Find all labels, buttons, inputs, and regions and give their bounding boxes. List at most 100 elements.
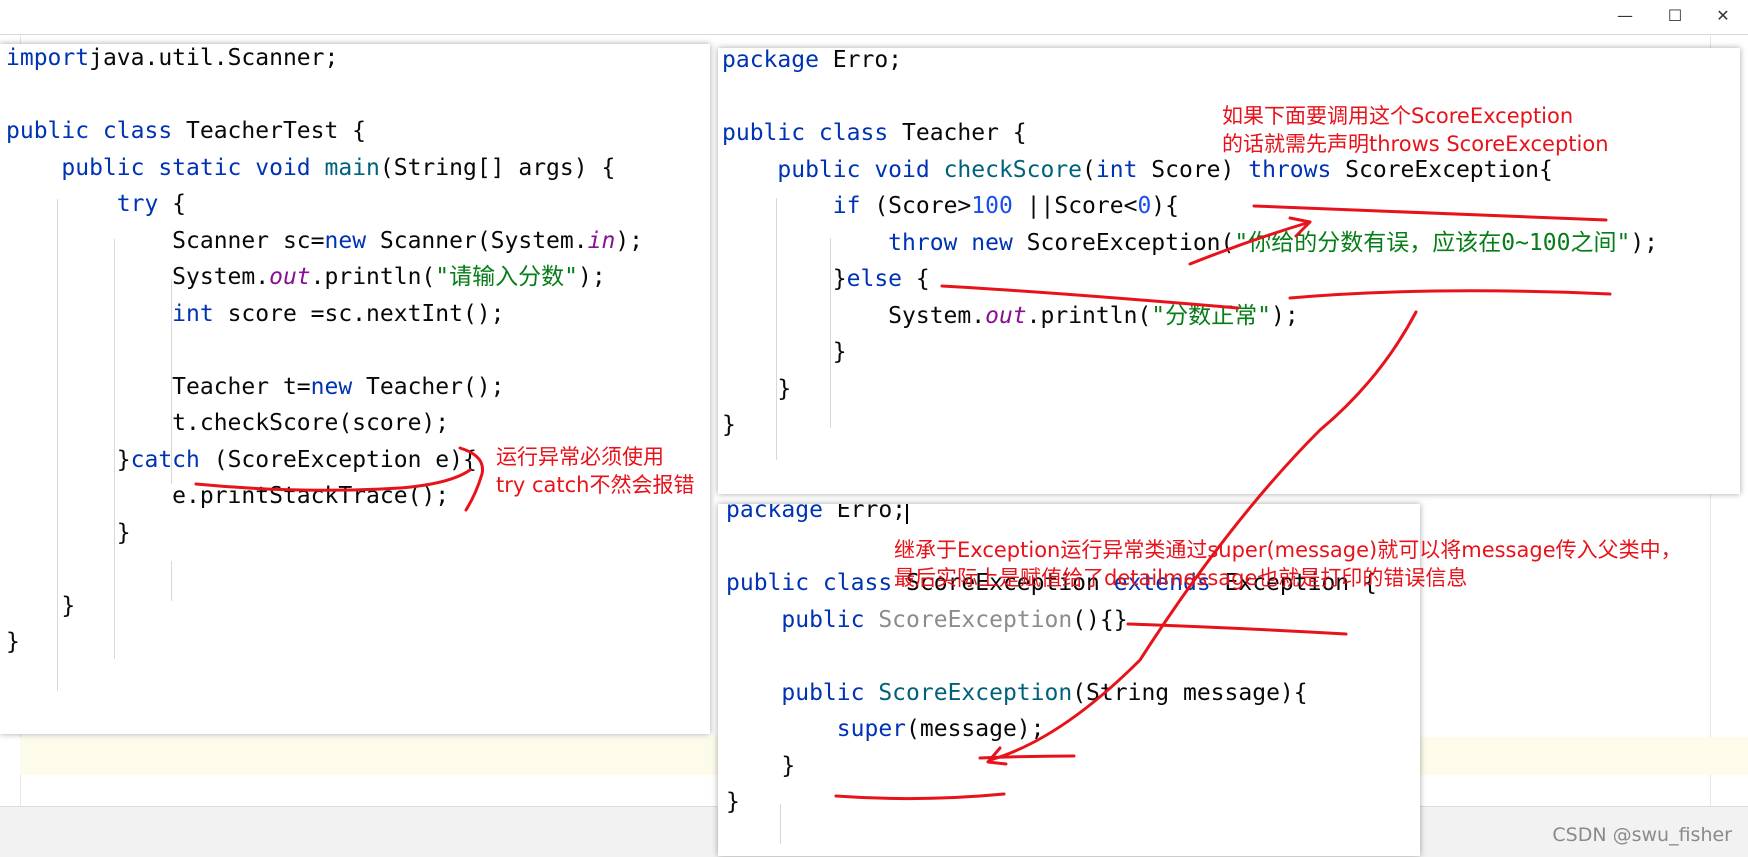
code-token: public class xyxy=(726,570,907,596)
code-line[interactable]: System.out.println("分数正常"); xyxy=(722,296,1299,336)
code-line[interactable]: }else { xyxy=(722,259,930,299)
maximize-icon[interactable]: ☐ xyxy=(1652,2,1698,30)
code-token: 100 xyxy=(971,193,1027,219)
code-token: } xyxy=(722,375,792,402)
code-line[interactable]: package Erro; xyxy=(726,504,909,530)
code-line[interactable]: throw new ScoreException("你给的分数有误，应该在0~1… xyxy=(722,223,1658,263)
code-token: ScoreException xyxy=(878,606,1073,633)
code-line[interactable]: System.out.println("请输入分数"); xyxy=(6,257,606,297)
code-token: (String[] args) { xyxy=(379,154,616,181)
code-line[interactable]: } xyxy=(722,332,847,372)
annotation-throws: 如果下面要调用这个ScoreException 的话就需先声明throws Sc… xyxy=(1222,104,1609,156)
code-line[interactable]: try { xyxy=(6,184,186,224)
code-token: ||Score< xyxy=(1026,193,1138,219)
code-line[interactable]: public class TeacherTest { xyxy=(6,111,366,151)
code-line[interactable]: public ScoreException(){} xyxy=(726,600,1128,640)
code-token: ); xyxy=(1270,302,1299,329)
code-token: ScoreException( xyxy=(1026,229,1235,256)
titlebar-divider xyxy=(0,34,1748,35)
code-line[interactable]: public ScoreException(String message){ xyxy=(726,673,1308,713)
code-token: System. xyxy=(722,302,986,329)
code-token: ){ xyxy=(1151,193,1179,219)
code-token: (ScoreException e){ xyxy=(213,446,477,473)
code-token: TeacherTest { xyxy=(186,118,367,144)
code-token: new xyxy=(310,373,367,400)
code-token: public void xyxy=(777,156,944,183)
code-token: out xyxy=(985,302,1027,329)
code-token: else xyxy=(846,266,916,292)
indent-guide xyxy=(780,804,781,844)
code-line[interactable]: } xyxy=(6,513,131,553)
code-token: ScoreException xyxy=(878,679,1073,706)
code-token: } xyxy=(6,519,131,546)
code-line[interactable]: } xyxy=(722,369,791,409)
code-token: Scanner(System. xyxy=(379,227,588,254)
code-line[interactable]: } xyxy=(722,405,736,445)
annotation-try-catch: 运行异常必须使用 try catch不然会报错 xyxy=(496,445,695,497)
watermark: CSDN @swu_fisher xyxy=(1552,824,1732,846)
code-token: try xyxy=(116,191,173,217)
code-token: t.checkScore(score); xyxy=(6,410,450,436)
code-token: "分数正常" xyxy=(1151,302,1271,329)
code-token: (Score> xyxy=(874,193,972,219)
teachertest-editor[interactable]: importjava.util.Scanner; public class Tea… xyxy=(0,44,710,734)
text-caret xyxy=(906,504,909,524)
indent-guide xyxy=(171,561,172,601)
code-token: .println( xyxy=(310,264,436,290)
close-icon[interactable]: ✕ xyxy=(1700,2,1746,30)
code-line[interactable]: } xyxy=(726,782,740,822)
code-token: public xyxy=(781,679,879,706)
code-line[interactable]: } xyxy=(6,622,20,662)
code-token: } xyxy=(6,446,131,473)
code-line[interactable]: if (Score>100 ||Score<0){ xyxy=(722,186,1179,226)
code-token: (message); xyxy=(906,716,1045,742)
code-token: } xyxy=(726,789,740,815)
code-token: out xyxy=(269,264,311,290)
code-token: (){} xyxy=(1072,606,1128,633)
code-line[interactable]: }catch (ScoreException e){ xyxy=(6,440,477,480)
code-token: (String message){ xyxy=(1072,679,1308,706)
code-line[interactable]: importjava.util.Scanner; xyxy=(6,44,338,78)
code-token: ScoreException{ xyxy=(1345,156,1553,183)
code-line[interactable]: Teacher t=new Teacher(); xyxy=(6,367,505,407)
code-token: public xyxy=(781,606,879,633)
code-token: Teacher(); xyxy=(366,373,505,400)
code-line[interactable]: package Erro; xyxy=(722,48,902,80)
code-line[interactable]: e.printStackTrace(); xyxy=(6,476,449,516)
code-token: score =sc.nextInt(); xyxy=(227,300,505,327)
code-token: Score) xyxy=(1151,156,1249,183)
code-token: 0 xyxy=(1137,193,1152,219)
code-token: new xyxy=(324,227,380,254)
code-token: ( xyxy=(1082,156,1096,183)
code-token: Scanner sc= xyxy=(6,227,325,254)
code-line[interactable]: int score =sc.nextInt(); xyxy=(6,294,505,334)
code-line[interactable]: super(message); xyxy=(726,709,1045,749)
code-token: super xyxy=(836,716,907,742)
code-token: checkScore xyxy=(943,156,1083,183)
code-token: package xyxy=(722,48,833,73)
code-line[interactable]: public static void main(String[] args) { xyxy=(6,148,615,188)
window-titlebar: — ☐ ✕ xyxy=(0,0,1748,34)
code-token: Teacher { xyxy=(902,120,1027,146)
code-token: } xyxy=(722,266,847,292)
code-token: { xyxy=(915,266,930,292)
code-line[interactable]: public class Teacher { xyxy=(722,113,1027,153)
code-token: System. xyxy=(6,264,270,290)
code-line[interactable]: } xyxy=(726,746,795,786)
code-token: package xyxy=(726,504,837,523)
minimize-icon[interactable]: — xyxy=(1602,2,1648,30)
code-line[interactable]: } xyxy=(6,586,75,626)
code-token: e.printStackTrace(); xyxy=(6,483,450,509)
code-token: ); xyxy=(615,227,644,254)
code-line[interactable]: Scanner sc=new Scanner(System.in); xyxy=(6,221,643,261)
code-token: catch xyxy=(130,446,214,473)
code-token: Teacher t= xyxy=(6,373,311,400)
code-token: java.util.Scanner; xyxy=(89,45,339,71)
code-line[interactable]: t.checkScore(score); xyxy=(6,403,449,443)
code-token: in xyxy=(587,227,616,254)
